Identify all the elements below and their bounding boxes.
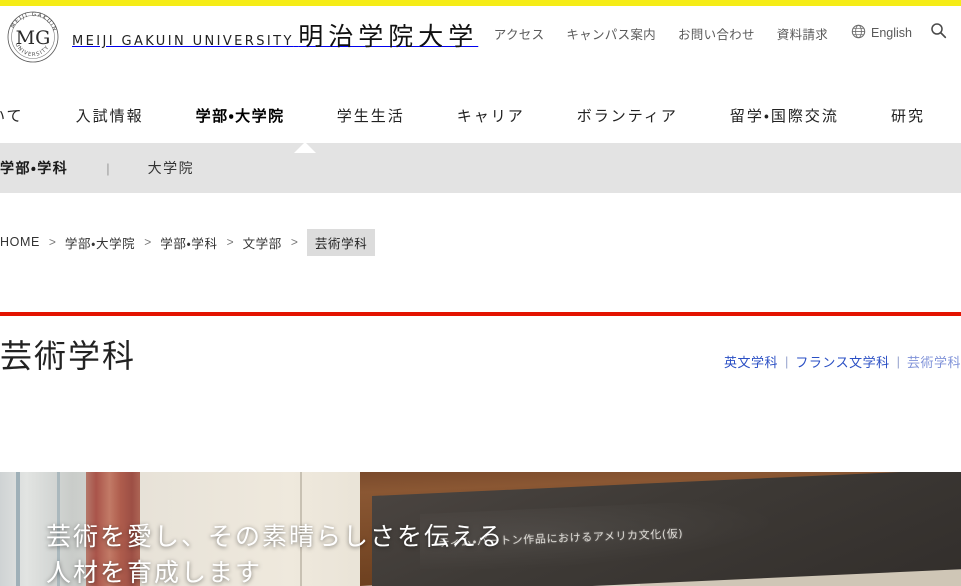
nav-item-admissions[interactable]: 入試情報: [50, 105, 170, 126]
search-button[interactable]: [918, 22, 951, 44]
breadcrumb-item-home[interactable]: HOME: [0, 235, 40, 249]
dept-link-art-studies[interactable]: 芸術学科: [907, 352, 961, 371]
photo-window-frame: [16, 472, 20, 586]
breadcrumb-separator: >: [290, 235, 298, 249]
page-title-row: 芸術学科 英文学科 | フランス文学科 | 芸術学科: [0, 336, 961, 386]
breadcrumb-separator: >: [144, 235, 152, 249]
dept-link-english-literature[interactable]: 英文学科: [724, 352, 778, 371]
dept-link-separator: |: [784, 354, 789, 369]
language-switcher[interactable]: English: [839, 24, 918, 42]
breadcrumb-item-faculties-graduate[interactable]: 学部・大学院: [65, 233, 135, 252]
section-divider-red: [0, 312, 961, 316]
subnav-item-graduate-school[interactable]: 大学院: [110, 158, 233, 178]
utility-link-contact[interactable]: お問い合わせ: [667, 24, 766, 43]
nav-item-research[interactable]: 研究: [865, 105, 951, 126]
hero-catchcopy-line2: 人材を育成します: [46, 558, 263, 586]
utility-link-access[interactable]: アクセス: [483, 24, 556, 43]
hero-banner: ・ティム・バートン作品におけるアメリカ文化(仮) 芸術を愛し、その素晴らしさを伝…: [0, 472, 961, 586]
brand-name-ja: 明治学院大学: [298, 23, 479, 52]
dept-link-separator: |: [896, 354, 900, 369]
brand-name-en: MEIJI GAKUIN UNIVERSITY: [72, 34, 294, 50]
brand-text: MEIJI GAKUIN UNIVERSITY 明治学院大学: [72, 19, 478, 55]
nav-item-faculties-graduate[interactable]: 学部・大学院: [170, 105, 311, 126]
nav-item-student-life[interactable]: 学生生活: [311, 105, 431, 126]
svg-text:MG: MG: [16, 27, 51, 49]
sub-nav: 学部・学科 | 大学院: [0, 142, 961, 193]
globe-icon: [851, 24, 866, 42]
breadcrumb-separator: >: [48, 235, 56, 249]
active-nav-pointer: [294, 142, 316, 153]
search-icon: [930, 22, 947, 44]
nav-item-volunteer[interactable]: ボランティア: [551, 105, 704, 126]
global-nav: 明学について 入試情報 学部・大学院 学生生活 キャリア ボランティア 留学・国…: [0, 88, 961, 143]
nav-item-about[interactable]: 明学について: [0, 105, 50, 126]
breadcrumb-separator: >: [226, 235, 234, 249]
site-header: MEIJI GAKUIN UNIVERSITY MG MEIJI GAKUIN …: [0, 6, 961, 88]
nav-item-study-abroad[interactable]: 留学・国際交流: [704, 105, 865, 126]
utility-link-materials-request[interactable]: 資料請求: [766, 24, 839, 43]
university-seal-icon: MEIJI GAKUIN UNIVERSITY MG: [4, 8, 62, 66]
subnav-item-departments[interactable]: 学部・学科: [0, 158, 106, 178]
breadcrumb: HOME > 学部・大学院 > 学部・学科 > 文学部 > 芸術学科: [0, 228, 961, 256]
utility-nav: アクセス キャンパス案内 お問い合わせ 資料請求 English: [483, 22, 951, 44]
breadcrumb-item-faculty-of-letters[interactable]: 文学部: [243, 233, 282, 252]
site-logo[interactable]: MEIJI GAKUIN UNIVERSITY MG MEIJI GAKUIN …: [4, 8, 478, 66]
global-nav-inner: 明学について 入試情報 学部・大学院 学生生活 キャリア ボランティア 留学・国…: [0, 88, 961, 143]
breadcrumb-item-current: 芸術学科: [306, 228, 376, 256]
page-root: MEIJI GAKUIN UNIVERSITY MG MEIJI GAKUIN …: [0, 0, 961, 586]
page-title: 芸術学科: [0, 338, 137, 374]
utility-link-campus-guide[interactable]: キャンパス案内: [555, 24, 667, 43]
related-department-links: 英文学科 | フランス文学科 | 芸術学科: [724, 352, 961, 371]
hero-catchcopy: 芸術を愛し、その素晴らしさを伝える 人材を育成します: [46, 520, 504, 586]
language-label: English: [871, 26, 912, 40]
breadcrumb-item-departments[interactable]: 学部・学科: [160, 233, 217, 252]
nav-item-career[interactable]: キャリア: [431, 105, 551, 126]
dept-link-french-literature[interactable]: フランス文学科: [795, 352, 889, 371]
sub-nav-inner: 学部・学科 | 大学院: [0, 158, 232, 178]
hero-catchcopy-line1: 芸術を愛し、その素晴らしさを伝える: [46, 523, 505, 551]
